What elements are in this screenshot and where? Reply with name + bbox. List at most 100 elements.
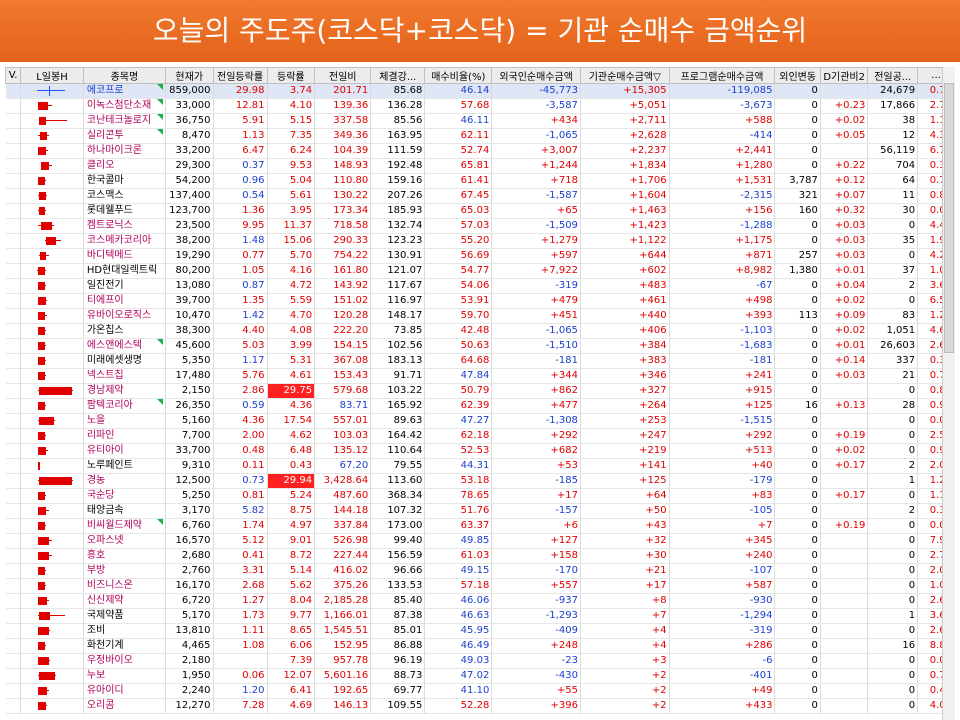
table-row[interactable]: 흥호 2,680 0.41 8.72 227.44 156.59 61.03 +158 +30 +…: [5, 548, 955, 564]
stock-name[interactable]: 유아이디: [83, 683, 166, 699]
column-header[interactable]: 외인변동: [774, 67, 821, 84]
scrollbar-thumb[interactable]: [944, 83, 954, 353]
stock-name[interactable]: 롯데웰푸드: [83, 203, 166, 219]
column-header[interactable]: 기관순매수금액▽: [579, 67, 670, 84]
table-row[interactable]: 클리오 29,300 0.37 9.53 148.93 192.48 65.81 +1,244…: [5, 158, 955, 174]
table-row[interactable]: 부방 2,760 3.31 5.14 416.02 96.66 49.15 -170 +21 -1…: [5, 563, 955, 579]
table-row[interactable]: 가온칩스 38,300 4.40 4.08 222.20 73.85 42.48 -1,065…: [5, 323, 955, 339]
table-row[interactable]: 오리콤 12,270 7.28 4.69 146.13 109.55 52.28 +396 +2…: [5, 698, 955, 714]
stock-name[interactable]: 경남제약: [83, 383, 166, 399]
table-row[interactable]: 태양금속 3,170 5.82 8.75 144.18 107.32 51.76 -157 +5…: [5, 503, 955, 519]
stock-name[interactable]: 코스메카코리아: [83, 233, 166, 249]
table-row[interactable]: 경농 12,500 0.73 29.94 3,428.64 113.60 53.18 -185…: [5, 473, 955, 489]
stock-name[interactable]: 미래에셋생명: [83, 353, 166, 369]
stock-name[interactable]: 경농: [83, 473, 166, 489]
table-row[interactable]: 팜텍코리아 26,350 0.59 4.36 83.71 165.92 62.39 +477 +…: [5, 398, 955, 414]
table-row[interactable]: 티에프이 39,700 1.35 5.59 151.02 116.97 53.91 +479 +…: [5, 293, 955, 309]
column-header[interactable]: 프로그램순매수금액: [668, 67, 776, 84]
stock-name[interactable]: 에코프로: [83, 83, 166, 99]
table-row[interactable]: 켐트로닉스 23,500 9.95 11.37 718.58 132.74 57.03 -1,…: [5, 218, 955, 234]
stock-name[interactable]: 비씨월드제약: [83, 518, 166, 534]
stock-name[interactable]: 코난테크놀로지: [83, 113, 166, 129]
stock-name[interactable]: 실리콘투: [83, 128, 166, 144]
stock-name[interactable]: 가온칩스: [83, 323, 166, 339]
stock-name[interactable]: 코스맥스: [83, 188, 166, 204]
table-row[interactable]: 한국콜마 54,200 0.96 5.04 110.80 159.16 61.41 +718 +…: [5, 173, 955, 189]
stock-name[interactable]: 켐트로닉스: [83, 218, 166, 234]
stock-name[interactable]: 오파스넷: [83, 533, 166, 549]
stock-name[interactable]: 신신제약: [83, 593, 166, 609]
stock-name[interactable]: 이녹스첨단소재: [83, 98, 166, 114]
table-row[interactable]: 롯데웰푸드 123,700 1.36 3.95 173.34 185.93 65.03 +65…: [5, 203, 955, 219]
column-header[interactable]: 외국인순매수금액: [491, 67, 581, 84]
table-row[interactable]: 경남제약 2,150 2.86 29.75 579.68 103.22 50.79 +862 +…: [5, 383, 955, 399]
table-row[interactable]: 화천기계 4,465 1.08 6.06 152.95 86.88 46.49 +248 +4 +…: [5, 638, 955, 654]
table-row[interactable]: 일진전기 13,080 0.87 4.72 143.92 117.67 54.06 -319 +…: [5, 278, 955, 294]
table-row[interactable]: 유아이디 2,240 1.20 6.41 192.65 69.77 41.10 +55 +2 +4…: [5, 683, 955, 699]
stock-name[interactable]: 흥호: [83, 548, 166, 564]
stock-name[interactable]: 하나마이크론: [83, 143, 166, 159]
stock-name[interactable]: 노을: [83, 413, 166, 429]
stock-name[interactable]: 국순당: [83, 488, 166, 504]
stock-name[interactable]: 우정바이오: [83, 653, 166, 669]
column-header[interactable]: 전일공...: [867, 67, 919, 84]
stock-name[interactable]: 에스앤에스텍: [83, 338, 166, 354]
table-row[interactable]: 에스앤에스텍 45,600 5.03 3.99 154.15 102.56 50.63 -1,…: [5, 338, 955, 354]
table-row[interactable]: 에코프로 859,000 29.98 3.74 201.71 85.68 46.14 -45,…: [5, 83, 955, 99]
table-row[interactable]: 넥스트칩 17,480 5.76 4.61 153.43 91.71 47.84 +344 +3…: [5, 368, 955, 384]
column-header[interactable]: 체결강...: [370, 67, 426, 84]
stock-name[interactable]: 바디텍메드: [83, 248, 166, 264]
column-header[interactable]: V.: [5, 67, 22, 84]
table-row[interactable]: 하나마이크론 33,200 6.47 6.24 104.39 111.59 52.74 +3,…: [5, 143, 955, 159]
table-row[interactable]: 코스맥스 137,400 0.54 5.61 130.22 207.26 67.45 -1,5…: [5, 188, 955, 204]
vertical-scrollbar[interactable]: [942, 67, 955, 720]
stock-name[interactable]: 부방: [83, 563, 166, 579]
table-row[interactable]: 이녹스첨단소재 33,000 12.81 4.10 139.36 136.28 57.68-…: [5, 98, 955, 114]
stock-name[interactable]: 누보: [83, 668, 166, 684]
column-header[interactable]: D기관비2: [819, 67, 869, 84]
table-row[interactable]: 신신제약 6,720 1.27 8.04 2,185.28 85.40 46.06 -937 +…: [5, 593, 955, 609]
table-row[interactable]: 국순당 5,250 0.81 5.24 487.60 368.34 78.65 +17 +64 +…: [5, 488, 955, 504]
column-header[interactable]: 전일비: [314, 67, 372, 84]
stock-name[interactable]: 티에프이: [83, 293, 166, 309]
table-row[interactable]: 우정바이오 2,180 7.39 957.78 96.19 49.03 -23 +3 -6 0 0 0…: [5, 653, 955, 669]
column-header[interactable]: 매수비율(%): [424, 67, 493, 84]
column-header[interactable]: 등락률: [266, 67, 316, 84]
table-row[interactable]: 비즈니스온 16,170 2.68 5.62 375.26 133.53 57.18 +557…: [5, 578, 955, 594]
stock-name[interactable]: 팜텍코리아: [83, 398, 166, 414]
table-row[interactable]: HD현대일렉트릭 80,200 1.05 4.16 161.80 121.07 54.77 +…: [5, 263, 955, 279]
stock-name[interactable]: 넥스트칩: [83, 368, 166, 384]
column-header[interactable]: 종목명: [82, 67, 166, 84]
table-row[interactable]: 오파스넷 16,570 5.12 9.01 526.98 99.40 49.85 +127 +3…: [5, 533, 955, 549]
table-row[interactable]: 코난테크놀로지 36,750 5.91 5.15 337.58 85.56 46.11 +43…: [5, 113, 955, 129]
table-row[interactable]: 코스메카코리아 38,200 1.48 15.06 290.33 123.23 55.20 +…: [5, 233, 955, 249]
stock-name[interactable]: 한국콜마: [83, 173, 166, 189]
stock-name[interactable]: 비즈니스온: [83, 578, 166, 594]
table-row[interactable]: 유티아이 33,700 0.48 6.48 135.12 110.64 52.53 +682 +…: [5, 443, 955, 459]
stock-name[interactable]: 오리콤: [83, 698, 166, 714]
stock-name[interactable]: 국제약품: [83, 608, 166, 624]
column-header[interactable]: 현재가: [164, 67, 214, 84]
stock-name[interactable]: HD현대일렉트릭: [83, 263, 166, 279]
table-row[interactable]: 누보 1,950 0.06 12.07 5,601.16 88.73 47.02 -430 +2…: [5, 668, 955, 684]
stock-name[interactable]: 노루페인트: [83, 458, 166, 474]
table-row[interactable]: 국제약품 5,170 1.73 9.77 1,166.01 87.38 46.63 -1,29…: [5, 608, 955, 624]
table-row[interactable]: 바디텍메드 19,290 0.77 5.70 754.22 130.91 56.69 +597…: [5, 248, 955, 264]
stock-name[interactable]: 화천기계: [83, 638, 166, 654]
table-row[interactable]: 리파인 7,700 2.00 4.62 103.03 164.42 62.18 +292 +24…: [5, 428, 955, 444]
table-row[interactable]: 노을 5,160 4.36 17.54 557.01 89.63 47.27 -1,308 +2…: [5, 413, 955, 429]
stock-name[interactable]: 조비: [83, 623, 166, 639]
table-row[interactable]: 노루페인트 9,310 0.11 0.43 67.20 79.55 44.31 +53 +141…: [5, 458, 955, 474]
table-row[interactable]: 비씨월드제약 6,760 1.74 4.97 337.84 173.00 63.37 +6 +4…: [5, 518, 955, 534]
column-header[interactable]: 전일등락률: [212, 67, 268, 84]
stock-name[interactable]: 클리오: [83, 158, 166, 174]
table-row[interactable]: 미래에셋생명 5,350 1.17 5.31 367.08 183.13 64.68 -181…: [5, 353, 955, 369]
stock-name[interactable]: 리파인: [83, 428, 166, 444]
table-row[interactable]: 유바이오로직스 10,470 1.42 4.70 120.28 148.17 59.70 +4…: [5, 308, 955, 324]
stock-name[interactable]: 유티아이: [83, 443, 166, 459]
table-row[interactable]: 실리콘투 8,470 1.13 7.35 349.36 163.95 62.11 -1,065…: [5, 128, 955, 144]
table-row[interactable]: 조비 13,810 1.11 8.65 1,545.51 85.01 45.95 -409 +4…: [5, 623, 955, 639]
stock-name[interactable]: 일진전기: [83, 278, 166, 294]
column-header[interactable]: L일봉H: [20, 67, 84, 84]
stock-name[interactable]: 태양금속: [83, 503, 166, 519]
